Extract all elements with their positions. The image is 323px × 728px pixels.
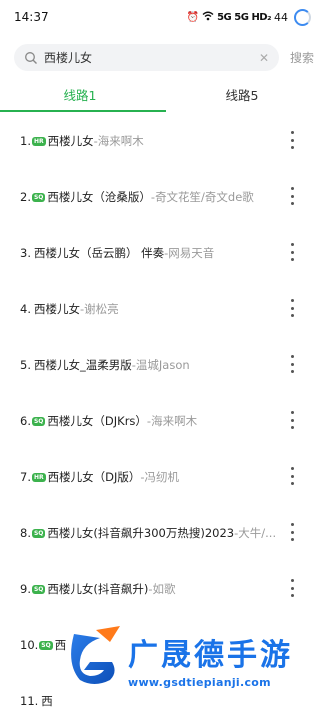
song-text: 3. 西楼儿女（岳云鹏） 伴奏 - 网易天音 bbox=[20, 244, 280, 262]
song-text: 1. HR 西楼儿女 - 海来啊木 bbox=[20, 132, 280, 150]
song-index: 9. bbox=[20, 582, 31, 596]
song-artist: 冯纫机 bbox=[144, 470, 180, 484]
list-item[interactable]: 6. SQ 西楼儿女（DJKrs） - 海来啊木 bbox=[0, 392, 323, 448]
song-text: 4. 西楼儿女 - 谢松亮 bbox=[20, 300, 280, 318]
song-index: 1. bbox=[20, 134, 31, 148]
status-time: 14:37 bbox=[14, 10, 49, 24]
more-options-icon[interactable] bbox=[287, 299, 297, 317]
song-index: 11. bbox=[20, 694, 39, 708]
song-title: 西楼儿女(抖音飙升) bbox=[47, 582, 149, 596]
quality-badge: HR bbox=[31, 136, 46, 146]
song-title: 西楼儿女（DJKrs） bbox=[47, 414, 147, 428]
song-text: 6. SQ 西楼儿女（DJKrs） - 海来啊木 bbox=[20, 412, 280, 430]
song-text: 9. SQ 西楼儿女(抖音飙升) - 如歌 bbox=[20, 580, 280, 598]
list-item[interactable]: 8. SQ 西楼儿女(抖音飙升300万热搜)2023 - 大牛/... bbox=[0, 504, 323, 560]
tab-route-1[interactable]: 线路1 bbox=[10, 85, 150, 104]
song-artist: 温城Jason bbox=[135, 358, 190, 372]
tab-route-5[interactable]: 线路5 bbox=[172, 85, 312, 104]
quality-badge: SQ bbox=[31, 192, 46, 202]
list-item[interactable]: 4. 西楼儿女 - 谢松亮 bbox=[0, 280, 323, 336]
song-text: 2. SQ 西楼儿女（沧桑版） - 奇文花笙/奇文de歌 bbox=[20, 188, 280, 206]
quality-badge: SQ bbox=[31, 416, 46, 426]
song-index: 10. bbox=[20, 638, 39, 652]
song-text: 8. SQ 西楼儿女(抖音飙升300万热搜)2023 - 大牛/... bbox=[20, 524, 280, 542]
route-tabs: 线路1 线路5 bbox=[0, 80, 323, 112]
quality-badge: SQ bbox=[31, 528, 46, 538]
quality-badge: SQ bbox=[31, 584, 46, 594]
more-options-icon[interactable] bbox=[287, 579, 297, 597]
status-icons: ⏰ 5G 5G HD₂ 44 bbox=[186, 8, 311, 26]
song-title: 西楼儿女（DJ版） bbox=[47, 470, 141, 484]
watermark-logo-icon bbox=[71, 626, 120, 684]
song-artist: 大牛/... bbox=[238, 526, 277, 540]
song-text: 7. HR 西楼儿女（DJ版） - 冯纫机 bbox=[20, 468, 280, 486]
quality-badge: HR bbox=[31, 472, 46, 482]
song-title: 西楼儿女 bbox=[33, 302, 80, 316]
song-index: 7. bbox=[20, 470, 31, 484]
song-artist: 如歌 bbox=[152, 582, 176, 596]
song-index: 6. bbox=[20, 414, 31, 428]
song-title: 西 bbox=[41, 694, 53, 708]
signal-1-icon: 5G bbox=[217, 11, 232, 23]
clear-icon[interactable]: ✕ bbox=[259, 51, 269, 65]
battery-text: 44 bbox=[274, 10, 288, 24]
list-item[interactable]: 7. HR 西楼儿女（DJ版） - 冯纫机 bbox=[0, 448, 323, 504]
hd-icon: HD₂ bbox=[251, 11, 271, 23]
song-text: 5. 西楼儿女_温柔男版 - 温城Jason bbox=[20, 356, 280, 374]
more-options-icon[interactable] bbox=[287, 187, 297, 205]
more-options-icon[interactable] bbox=[287, 243, 297, 261]
watermark-title: 广晟德手游 bbox=[128, 638, 293, 673]
song-index: 4. bbox=[20, 302, 31, 316]
song-artist: 网易天音 bbox=[168, 246, 215, 260]
alarm-icon: ⏰ bbox=[186, 11, 200, 23]
more-options-icon[interactable] bbox=[287, 523, 297, 541]
more-options-icon[interactable] bbox=[287, 355, 297, 373]
search-button[interactable]: 搜索 bbox=[290, 49, 314, 66]
song-artist: 奇文花笙/奇文de歌 bbox=[155, 190, 254, 204]
watermark: 广晟德手游 www.gsdtiepianji.com bbox=[60, 624, 323, 700]
more-options-icon[interactable] bbox=[287, 467, 297, 485]
status-bar: 14:37 ⏰ 5G 5G HD₂ 44 bbox=[0, 0, 323, 34]
search-input[interactable]: 西楼儿女 ✕ bbox=[14, 44, 279, 71]
search-icon bbox=[24, 51, 38, 65]
search-row: 西楼儿女 ✕ 搜索 bbox=[0, 44, 323, 72]
list-item[interactable]: 3. 西楼儿女（岳云鹏） 伴奏 - 网易天音 bbox=[0, 224, 323, 280]
song-index: 3. bbox=[20, 246, 31, 260]
song-title: 西楼儿女 bbox=[47, 134, 94, 148]
quality-badge: SQ bbox=[39, 640, 53, 650]
list-item[interactable]: 9. SQ 西楼儿女(抖音飙升) - 如歌 bbox=[0, 560, 323, 616]
battery-icon bbox=[294, 8, 311, 26]
song-index: 5. bbox=[20, 358, 31, 372]
more-options-icon[interactable] bbox=[287, 131, 297, 149]
song-title: 西楼儿女（沧桑版） bbox=[47, 190, 151, 204]
song-artist: 海来啊木 bbox=[151, 414, 198, 428]
song-artist: 海来啊木 bbox=[97, 134, 144, 148]
song-title: 西楼儿女_温柔男版 bbox=[33, 358, 132, 372]
song-index: 2. bbox=[20, 190, 31, 204]
song-artist: 谢松亮 bbox=[84, 302, 119, 316]
watermark-url: www.gsdtiepianji.com bbox=[128, 676, 271, 689]
search-query[interactable]: 西楼儿女 bbox=[44, 49, 259, 66]
song-title: 西楼儿女（岳云鹏） 伴奏 bbox=[33, 246, 165, 260]
list-item[interactable]: 5. 西楼儿女_温柔男版 - 温城Jason bbox=[0, 336, 323, 392]
more-options-icon[interactable] bbox=[287, 411, 297, 429]
list-item[interactable]: 2. SQ 西楼儿女（沧桑版） - 奇文花笙/奇文de歌 bbox=[0, 168, 323, 224]
list-item[interactable]: 1. HR 西楼儿女 - 海来啊木 bbox=[0, 112, 323, 168]
song-index: 8. bbox=[20, 526, 31, 540]
song-title: 西楼儿女(抖音飙升300万热搜)2023 bbox=[47, 526, 235, 540]
signal-2-icon: 5G bbox=[234, 11, 249, 23]
wifi-icon bbox=[202, 11, 214, 24]
